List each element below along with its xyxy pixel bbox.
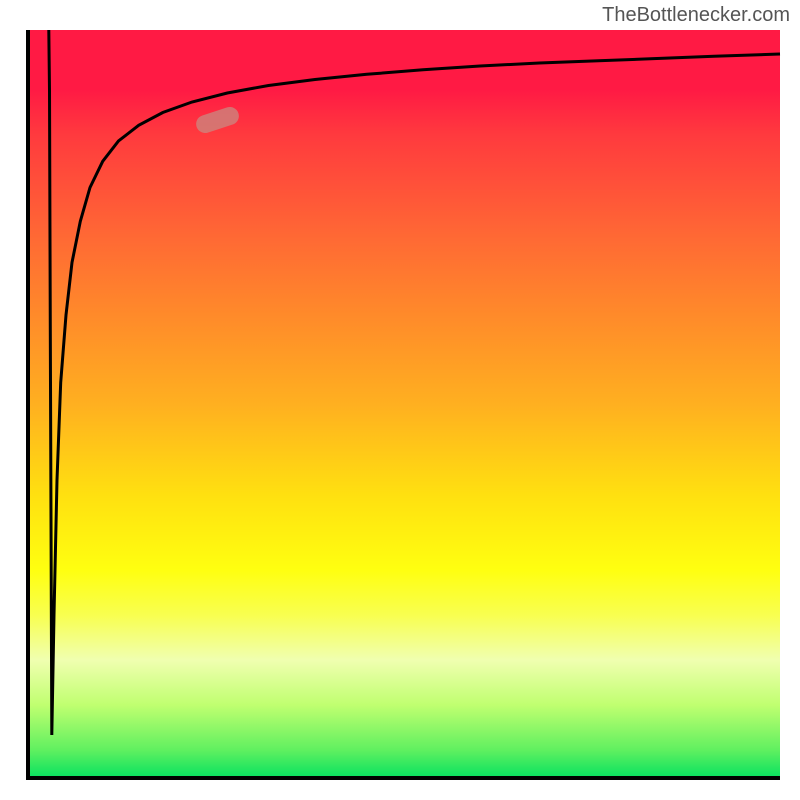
curve-marker [194, 105, 241, 136]
chart-stage: TheBottlenecker.com [0, 0, 800, 800]
bottleneck-curve [49, 30, 780, 735]
attribution-text: TheBottlenecker.com [602, 4, 790, 27]
curve-svg [30, 30, 780, 780]
